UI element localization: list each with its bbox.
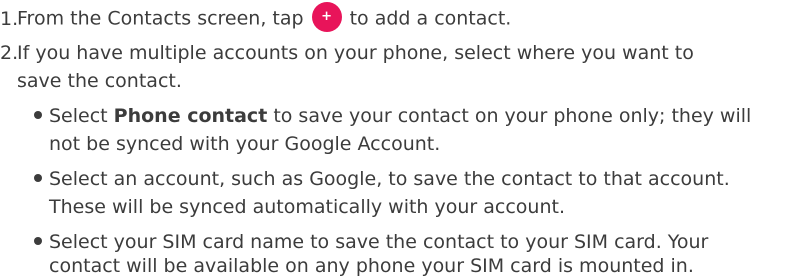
step-1: 1.From the Contacts screen, tap + to add a… xyxy=(0,2,512,34)
step-2-line-1: 2.If you have multiple accounts on your … xyxy=(0,39,694,67)
option-account-line-1: Select an account, such as Google, to sa… xyxy=(34,165,730,193)
bullet-dot-icon xyxy=(34,173,42,182)
instructions-page: 1.From the Contacts screen, tap + to add a… xyxy=(0,0,807,277)
option-1-bold-label: Phone contact xyxy=(113,105,268,127)
option-2-line-1: Select an account, such as Google, to sa… xyxy=(49,168,730,190)
step-1-number: 1. xyxy=(0,7,19,30)
step-2-number: 2. xyxy=(0,42,19,64)
option-account-line-2: These will be synced automatically with … xyxy=(49,196,566,218)
step-1-text-before: From the Contacts screen, tap xyxy=(17,7,304,30)
step-2-line-2: save the contact. xyxy=(17,70,182,92)
step-1-text-after: to add a contact. xyxy=(349,7,512,30)
bullet-dot-icon xyxy=(34,110,42,119)
option-phone-contact-line-2: not be synced with your Google Account. xyxy=(49,133,441,155)
option-1-prefix: Select xyxy=(49,105,114,127)
option-1-rest: to save your contact on your phone only;… xyxy=(267,105,752,127)
bullet-dot-icon xyxy=(34,236,42,245)
option-phone-contact-line-1: Select Phone contact to save your contac… xyxy=(34,102,751,130)
add-contact-plus-icon: + xyxy=(311,2,342,32)
step-2-text-line-1: If you have multiple accounts on your ph… xyxy=(17,42,694,64)
option-3-line-1: Select your SIM card name to save the co… xyxy=(49,231,709,253)
